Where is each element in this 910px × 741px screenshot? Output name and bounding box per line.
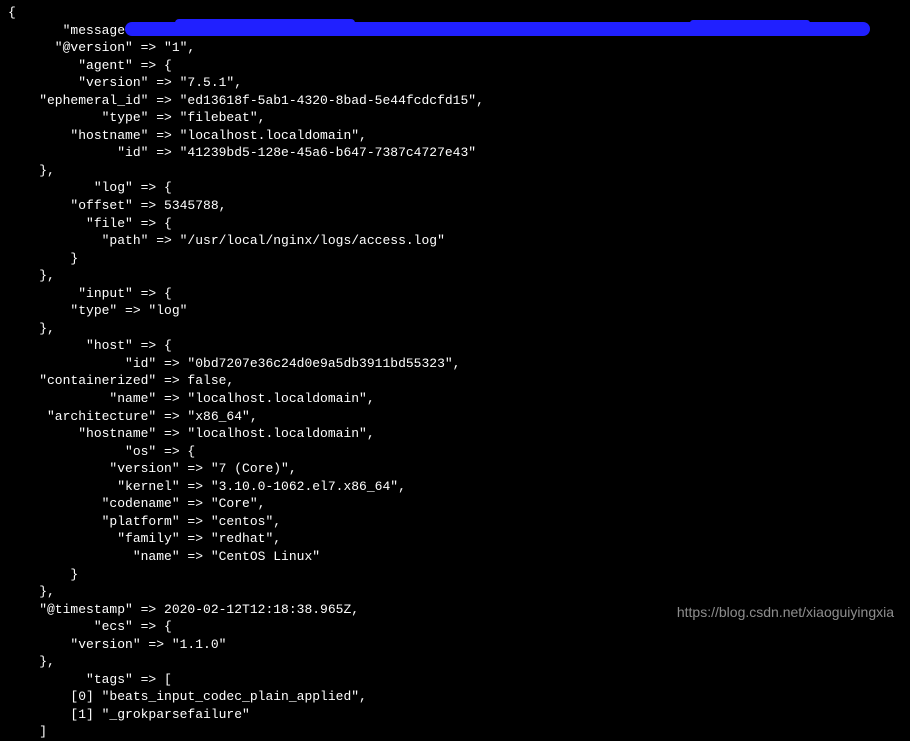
- terminal-output: { "message" => " "@version" => "1", "age…: [0, 4, 910, 741]
- field-host-arch: "architecture" => "x86_64",: [0, 409, 258, 424]
- field-tags-0: [0] "beats_input_codec_plain_applied",: [0, 689, 367, 704]
- field-agent-type: "type" => "filebeat",: [0, 110, 265, 125]
- field-os-version: "version" => "7 (Core)",: [0, 461, 297, 476]
- field-ecs-version: "version" => "1.1.0": [0, 637, 226, 652]
- field-host-open: "host" => {: [0, 338, 172, 353]
- field-log-file-open: "file" => {: [0, 216, 172, 231]
- field-agent-version: "version" => "7.5.1",: [0, 75, 242, 90]
- redaction-overlay: [125, 22, 870, 36]
- watermark-text: https://blog.csdn.net/xiaoguiyingxia: [677, 603, 894, 622]
- field-os-platform: "platform" => "centos",: [0, 514, 281, 529]
- field-os-name: "name" => "CentOS Linux": [0, 549, 320, 564]
- field-input-open: "input" => {: [0, 286, 172, 301]
- field-log-file-path: "path" => "/usr/local/nginx/logs/access.…: [0, 233, 445, 248]
- field-agent-id: "id" => "41239bd5-128e-45a6-b647-7387c47…: [0, 145, 476, 160]
- brace-close-host: },: [0, 584, 55, 599]
- field-timestamp: "@timestamp" => 2020-02-12T12:18:38.965Z…: [0, 602, 359, 617]
- brace-close-log: },: [0, 268, 55, 283]
- brace-close-file: }: [0, 251, 78, 266]
- field-host-id: "id" => "0bd7207e36c24d0e9a5db3911bd5532…: [0, 356, 460, 371]
- brace-open: {: [0, 5, 16, 20]
- field-version: "@version" => "1",: [0, 40, 195, 55]
- field-agent-ephemeral: "ephemeral_id" => "ed13618f-5ab1-4320-8b…: [0, 93, 484, 108]
- field-host-os-open: "os" => {: [0, 444, 195, 459]
- bracket-close-tags: ]: [0, 724, 47, 739]
- brace-close-agent: },: [0, 163, 55, 178]
- field-os-codename: "codename" => "Core",: [0, 496, 265, 511]
- field-os-kernel: "kernel" => "3.10.0-1062.el7.x86_64",: [0, 479, 406, 494]
- brace-close-input: },: [0, 321, 55, 336]
- field-host-containerized: "containerized" => false,: [0, 373, 234, 388]
- field-agent-open: "agent" => {: [0, 58, 172, 73]
- brace-close-os: }: [0, 567, 78, 582]
- field-log-open: "log" => {: [0, 180, 172, 195]
- field-tags-open: "tags" => [: [0, 672, 172, 687]
- brace-close-ecs: },: [0, 654, 55, 669]
- field-os-family: "family" => "redhat",: [0, 531, 281, 546]
- field-tags-1: [1] "_grokparsefailure": [0, 707, 250, 722]
- field-host-name: "name" => "localhost.localdomain",: [0, 391, 375, 406]
- field-log-offset: "offset" => 5345788,: [0, 198, 226, 213]
- field-host-hostname: "hostname" => "localhost.localdomain",: [0, 426, 375, 441]
- field-agent-hostname: "hostname" => "localhost.localdomain",: [0, 128, 367, 143]
- field-ecs-open: "ecs" => {: [0, 619, 172, 634]
- field-input-type: "type" => "log": [0, 303, 187, 318]
